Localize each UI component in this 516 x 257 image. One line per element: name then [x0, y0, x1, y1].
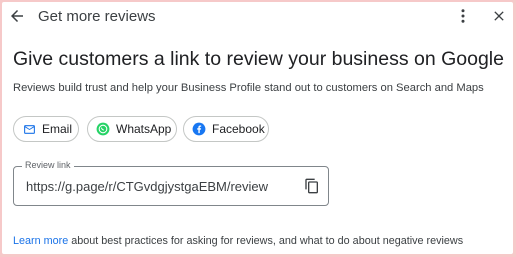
- close-button[interactable]: [488, 5, 510, 27]
- share-email-label: Email: [42, 122, 73, 136]
- more-vert-icon: [461, 9, 465, 23]
- more-options-button[interactable]: [452, 5, 474, 27]
- facebook-icon: [192, 122, 206, 136]
- page-heading: Give customers a link to review your bus…: [13, 48, 504, 70]
- share-facebook-chip[interactable]: Facebook: [183, 116, 269, 142]
- share-facebook-label: Facebook: [212, 122, 265, 136]
- share-whatsapp-label: WhatsApp: [116, 122, 172, 136]
- copy-icon: [305, 178, 318, 194]
- dialog-title: Get more reviews: [38, 8, 156, 25]
- review-link-value[interactable]: https://g.page/r/CTGvdgjystgaEBM/review: [26, 179, 268, 194]
- page-subtext: Reviews build trust and help your Busine…: [13, 82, 484, 94]
- back-arrow-icon: [11, 10, 23, 22]
- footer-note: Learn more about best practices for aski…: [13, 235, 463, 247]
- share-email-chip[interactable]: Email: [13, 116, 79, 142]
- dialog-header: Get more reviews: [2, 2, 513, 32]
- email-icon: [22, 122, 36, 136]
- learn-more-link[interactable]: Learn more: [13, 235, 68, 247]
- back-button[interactable]: [6, 5, 28, 27]
- review-link-label: Review link: [22, 160, 74, 170]
- footer-text: about best practices for asking for revi…: [68, 235, 464, 247]
- copy-link-button[interactable]: [303, 177, 321, 195]
- review-link-field[interactable]: Review link https://g.page/r/CTGvdgjystg…: [13, 160, 329, 206]
- whatsapp-icon: [96, 122, 110, 136]
- share-whatsapp-chip[interactable]: WhatsApp: [87, 116, 177, 142]
- close-icon: [494, 11, 504, 21]
- get-more-reviews-dialog: Get more reviews Give customers a link t…: [2, 2, 513, 254]
